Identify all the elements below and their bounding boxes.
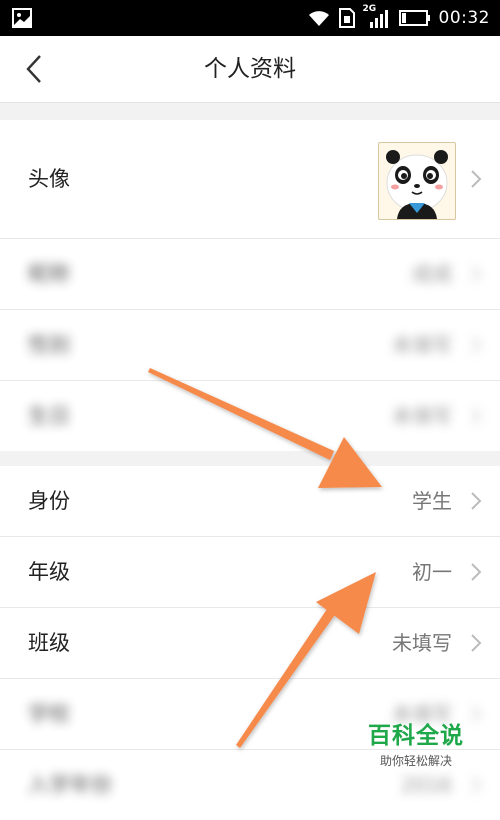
gender-row[interactable]: 性别 未填写 — [0, 310, 500, 381]
chevron-right-icon — [471, 170, 482, 188]
navigation-bar: 个人资料 — [0, 36, 500, 103]
page-title: 个人资料 — [204, 56, 296, 82]
grade-value: 初一 — [412, 560, 452, 584]
class-row[interactable]: 班级 未填写 — [0, 608, 500, 679]
nickname-row[interactable]: 昵称 成成 — [0, 239, 500, 310]
chevron-right-icon — [471, 265, 482, 283]
chevron-right-icon — [471, 336, 482, 354]
avatar-label: 头像 — [28, 167, 70, 191]
grade-row[interactable]: 年级 初一 — [0, 537, 500, 608]
avatar-row[interactable]: 头像 — [0, 120, 500, 239]
class-label: 班级 — [28, 631, 70, 655]
nickname-label: 昵称 — [28, 262, 70, 286]
watermark: 百科全说 助你轻松解决 — [368, 716, 464, 769]
chevron-right-icon — [471, 563, 482, 581]
chevron-right-icon — [471, 776, 482, 794]
birthday-value: 未填写 — [392, 404, 452, 428]
identity-label: 身份 — [28, 489, 70, 513]
battery-icon — [398, 10, 430, 26]
identity-value: 学生 — [412, 489, 452, 513]
image-icon — [12, 8, 32, 28]
gender-value: 未填写 — [392, 333, 452, 357]
grade-label: 年级 — [28, 560, 70, 584]
watermark-subtitle: 助你轻松解决 — [379, 754, 452, 768]
birthday-row[interactable]: 生日 未填写 — [0, 381, 500, 451]
identity-row[interactable]: 身份 学生 — [0, 466, 500, 537]
profile-section: 头像 昵称 成成 性别 未填写 生日 未填写 — [0, 120, 500, 451]
enrollment-year-label: 入学年份 — [28, 773, 112, 797]
sim-icon — [338, 8, 355, 28]
clock: 00:32 — [438, 8, 490, 28]
signal-indicator: 2G — [363, 4, 391, 29]
gender-label: 性别 — [28, 333, 70, 357]
wifi-icon — [308, 11, 329, 26]
watermark-title: 百科全说 — [368, 723, 464, 749]
birthday-label: 生日 — [28, 404, 70, 428]
nickname-value: 成成 — [412, 262, 452, 286]
chevron-right-icon — [471, 705, 482, 723]
school-label: 学校 — [28, 702, 70, 726]
chevron-right-icon — [471, 492, 482, 510]
avatar[interactable] — [378, 142, 456, 220]
chevron-right-icon — [471, 407, 482, 425]
status-bar: 2G 00:32 — [0, 0, 500, 36]
class-value: 未填写 — [392, 631, 452, 655]
signal-icon — [369, 10, 388, 28]
panda-avatar-icon — [386, 150, 448, 219]
chevron-right-icon — [471, 634, 482, 652]
